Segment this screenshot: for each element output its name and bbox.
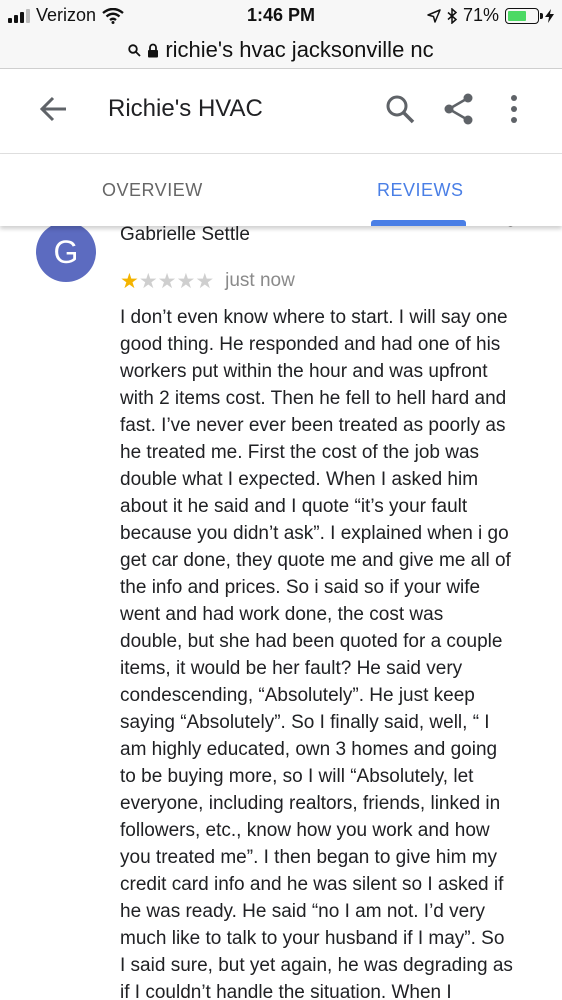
tab-bar: OVERVIEW REVIEWS — [0, 154, 562, 226]
review-text-line: the info and prices. So i said so if you… — [120, 577, 481, 598]
review-text-line: everyone, including realtors, friends, l… — [120, 793, 501, 814]
review-text-line: items, it would be her fault? He said ve… — [120, 658, 463, 679]
star-icon: ★ — [176, 269, 196, 293]
review-text-line: I said sure, but yet again, he was degra… — [120, 955, 513, 976]
review-text-line: about it he said and I quote “it’s your … — [120, 496, 468, 517]
review-text: I don’t even know where to start. I will… — [120, 304, 540, 1000]
review-text-line: he was ready. He said “no I am not. I’d … — [120, 901, 486, 922]
review-text-line: because you didn’t ask”. I explained whe… — [120, 523, 509, 544]
review-text-line: condescending, “Absolutely”. He just kee… — [120, 685, 475, 706]
battery-level — [508, 10, 527, 21]
page-title: Richie's HVAC — [108, 95, 263, 122]
active-tab-indicator — [371, 220, 466, 226]
review-text-line: if I couldn’t handle the situation. When… — [120, 982, 452, 1000]
location-arrow-icon — [427, 8, 441, 23]
status-bar: Verizon 1:46 PM 71% — [0, 0, 562, 32]
app-header: Richie's HVAC — [0, 69, 562, 154]
tab-reviews[interactable]: REVIEWS — [377, 180, 464, 201]
review-text-line: with 2 items cost. Then he fell to hell … — [120, 388, 507, 409]
review-text-line: credit card info and he was silent so I … — [120, 874, 504, 895]
avatar[interactable]: G — [36, 226, 96, 282]
review-card: G Gabrielle Settle ★ ★ ★ ★ ★ just now I … — [0, 226, 562, 1000]
review-text-line: am highly educated, own 3 homes and goin… — [120, 739, 498, 760]
review-text-line: much like to talk to your husband if I m… — [120, 928, 505, 949]
bluetooth-icon — [447, 7, 457, 24]
search-icon[interactable] — [382, 91, 418, 127]
review-time: just now — [225, 270, 295, 291]
review-text-line: get car done, they quote me and give me … — [120, 550, 511, 571]
review-text-line: fast. I’ve never ever been treated as po… — [120, 415, 506, 436]
share-icon[interactable] — [441, 91, 477, 127]
battery-percent: 71% — [462, 5, 499, 25]
star-icon: ★ — [157, 269, 177, 293]
review-text-line: he treated me. First the cost of the job… — [120, 442, 480, 463]
lock-icon — [148, 43, 159, 57]
review-text-line: I don’t even know where to start. I will… — [120, 307, 508, 328]
review-text-line: you treated me”. I then began to give hi… — [120, 847, 498, 868]
review-text-line: double, but she had been quoted for a co… — [120, 631, 503, 652]
back-arrow-icon[interactable] — [36, 91, 72, 127]
star-icon: ★ — [120, 269, 139, 293]
star-icon: ★ — [138, 269, 158, 293]
review-text-line: to be buying more, so I will “Absolutely… — [120, 766, 474, 787]
review-text-line: followers, etc., know how you work and h… — [120, 820, 490, 841]
review-text-line: workers put within the hour and was upfr… — [120, 361, 488, 382]
url-bar[interactable]: richie's hvac jacksonville nc — [0, 32, 562, 69]
status-right: 71% — [427, 5, 554, 26]
battery-icon — [505, 7, 543, 24]
charging-icon — [545, 8, 554, 23]
more-vert-icon[interactable] — [508, 226, 513, 227]
star-icon: ★ — [195, 269, 215, 293]
rating-row: ★ ★ ★ ★ ★ just now — [120, 270, 295, 292]
url-text[interactable]: richie's hvac jacksonville nc — [165, 37, 433, 63]
tab-overview[interactable]: OVERVIEW — [102, 180, 203, 201]
review-text-line: went and had work done, the cost was — [120, 604, 444, 625]
more-vert-icon[interactable] — [496, 91, 532, 127]
review-text-line: saying “Absolutely”. So I finally said, … — [120, 712, 490, 733]
review-text-line: double what I expected. When I asked him — [120, 469, 479, 490]
review-text-line: good thing. He responded and had one of … — [120, 334, 501, 355]
reviewer-name[interactable]: Gabrielle Settle — [120, 226, 250, 246]
search-icon — [128, 43, 141, 57]
